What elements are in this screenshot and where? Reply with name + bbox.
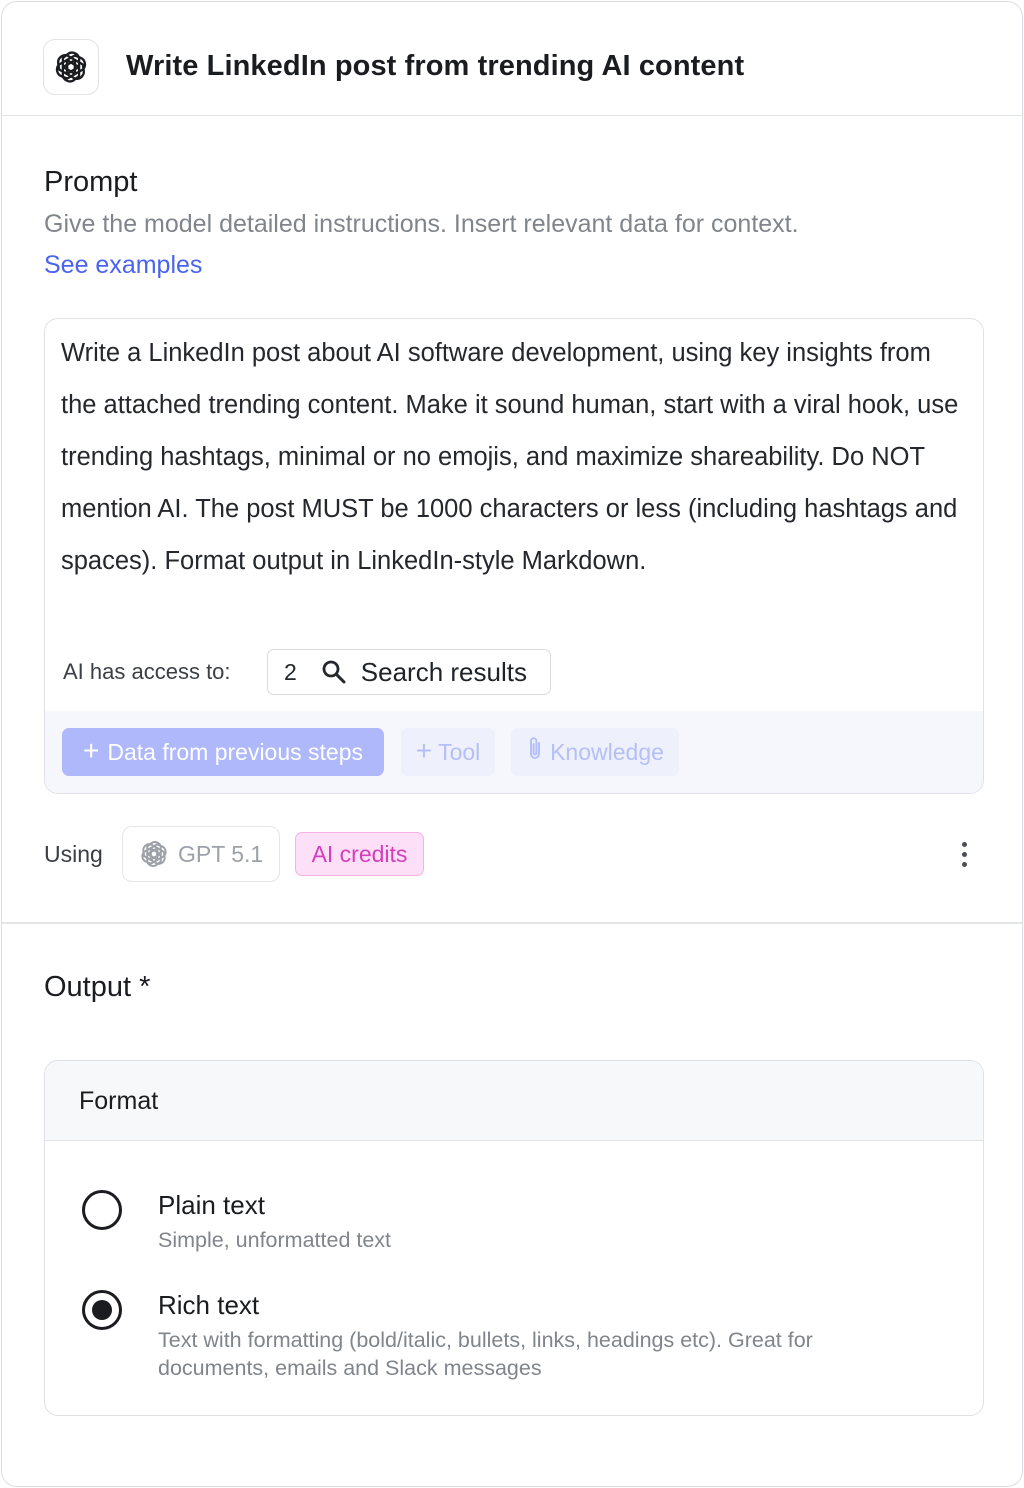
ai-credits-badge: AI credits [295, 832, 424, 876]
plus-icon: + [82, 734, 100, 766]
prompt-editor[interactable]: Write a LinkedIn post about AI software … [44, 318, 984, 794]
access-label: AI has access to: [63, 659, 231, 684]
rich-text-option-title[interactable]: Rich text [158, 1290, 259, 1321]
add-tool-label: Tool [438, 738, 481, 765]
add-tool-button[interactable]: + Tool [401, 728, 495, 776]
prompt-toolbar: + Data from previous steps + Tool Knowle… [45, 711, 983, 793]
format-header: Format [45, 1061, 983, 1141]
rich-text-radio[interactable] [82, 1290, 122, 1330]
more-options-icon[interactable] [948, 836, 980, 872]
prompt-textarea[interactable]: Write a LinkedIn post about AI software … [61, 327, 966, 587]
paperclip-icon [526, 736, 544, 768]
model-name: GPT 5.1 [178, 840, 264, 867]
add-data-button[interactable]: + Data from previous steps [62, 728, 384, 776]
using-label: Using [44, 841, 103, 867]
access-count: 2 [284, 658, 297, 685]
output-heading: Output * [44, 971, 151, 1003]
see-examples-link[interactable]: See examples [44, 251, 202, 280]
openai-logo-icon [138, 838, 170, 870]
step-header: Write LinkedIn post from trending AI con… [2, 2, 1022, 116]
format-label: Format [79, 1087, 159, 1115]
plain-text-option-description: Simple, unformatted text [158, 1228, 392, 1252]
rich-text-option-description: Text with formatting (bold/italic, bulle… [158, 1328, 813, 1380]
search-results-chip[interactable]: 2 Search results [267, 649, 551, 695]
add-knowledge-button[interactable]: Knowledge [511, 728, 679, 776]
access-item-label: Search results [360, 656, 527, 687]
prompt-heading: Prompt [44, 166, 138, 198]
model-selector[interactable]: GPT 5.1 [122, 826, 280, 882]
section-divider [2, 922, 1022, 924]
plus-icon: + [415, 734, 433, 766]
plain-text-option-title[interactable]: Plain text [158, 1190, 265, 1221]
search-icon [321, 659, 347, 685]
add-data-label: Data from previous steps [107, 738, 364, 765]
plain-text-radio[interactable] [82, 1190, 122, 1230]
add-knowledge-label: Knowledge [550, 738, 664, 765]
prompt-description: Give the model detailed instructions. In… [44, 210, 799, 238]
step-card: Write LinkedIn post from trending AI con… [1, 1, 1023, 1487]
format-panel: Format Plain text Simple, unformatted te… [44, 1060, 984, 1416]
openai-logo-icon [43, 39, 99, 95]
step-title: Write LinkedIn post from trending AI con… [126, 50, 745, 82]
